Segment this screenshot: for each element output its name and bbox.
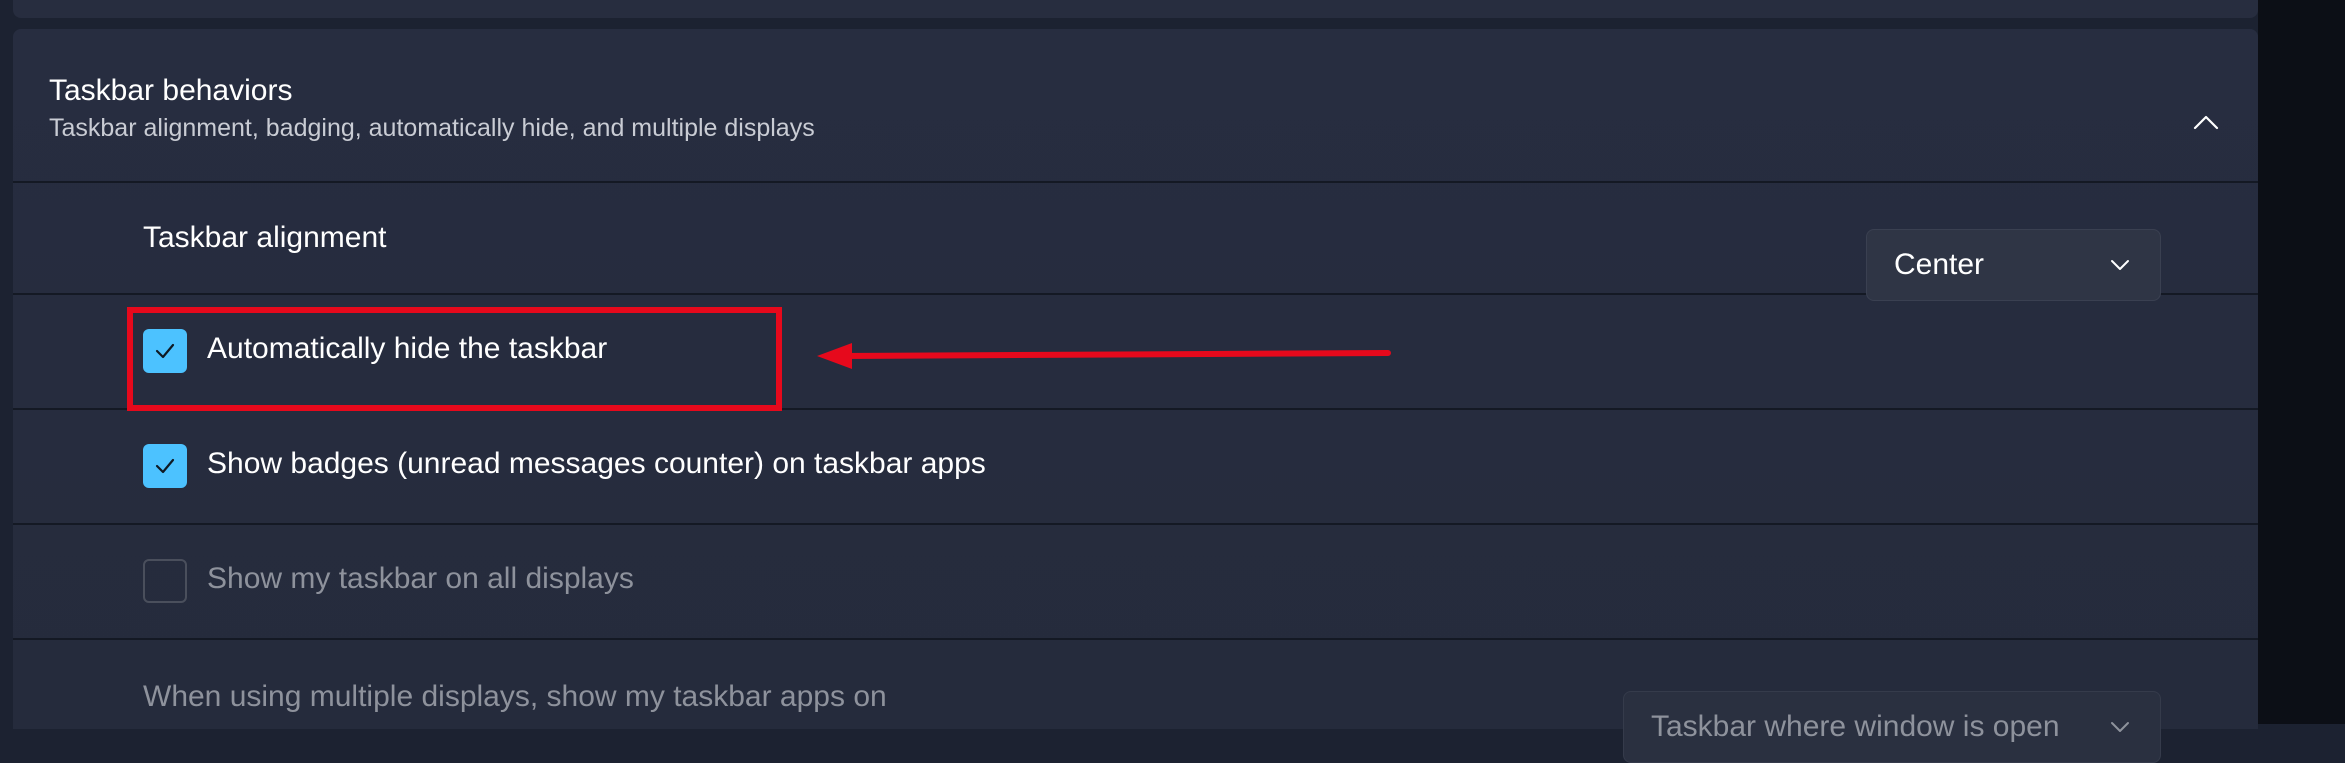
collapse-button[interactable] xyxy=(2185,105,2227,139)
multi-display-value: Taskbar where window is open xyxy=(1651,710,2060,743)
multi-display-dropdown[interactable]: Taskbar where window is open xyxy=(1623,691,2161,763)
chevron-up-icon xyxy=(2193,115,2219,130)
window-edge xyxy=(2258,0,2345,724)
setting-row-taskbar-alignment: Taskbar alignment Center xyxy=(13,181,2258,301)
annotation-highlight-box xyxy=(127,307,782,411)
all-displays-checkbox[interactable] xyxy=(143,559,187,603)
section-header[interactable]: Taskbar behaviors Taskbar alignment, bad… xyxy=(13,29,2258,183)
setting-row-multi-display: When using multiple displays, show my ta… xyxy=(13,640,2258,763)
all-displays-label[interactable]: Show my taskbar on all displays xyxy=(207,562,634,596)
show-badges-checkbox[interactable] xyxy=(143,444,187,488)
section-title: Taskbar behaviors xyxy=(49,74,293,107)
multi-display-label: When using multiple displays, show my ta… xyxy=(143,680,887,713)
section-subtitle: Taskbar alignment, badging, automaticall… xyxy=(49,114,815,142)
previous-settings-card xyxy=(13,0,2258,18)
setting-row-all-displays: Show my taskbar on all displays xyxy=(13,525,2258,640)
annotation-arrow-icon xyxy=(817,343,1391,369)
chevron-down-icon xyxy=(2111,260,2129,270)
taskbar-alignment-label: Taskbar alignment xyxy=(143,221,387,254)
show-badges-label[interactable]: Show badges (unread messages counter) on… xyxy=(207,447,986,481)
setting-row-badges: Show badges (unread messages counter) on… xyxy=(13,410,2258,525)
taskbar-alignment-dropdown[interactable]: Center xyxy=(1866,229,2161,301)
taskbar-alignment-value: Center xyxy=(1894,248,1985,281)
checkmark-icon xyxy=(155,458,175,474)
chevron-down-icon xyxy=(2111,722,2129,732)
